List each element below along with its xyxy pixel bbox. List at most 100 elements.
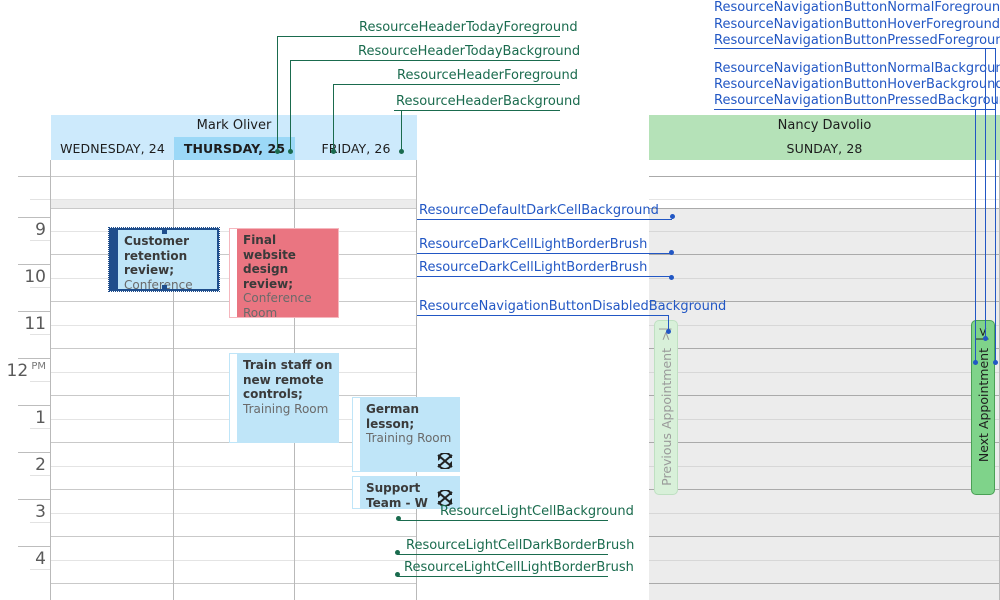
appointment-subject: Final website design review; xyxy=(243,233,296,291)
annotation-leader-h xyxy=(714,48,995,49)
appointment-color-bar xyxy=(353,398,360,471)
time-ampm: PM xyxy=(28,361,46,372)
day-header-2[interactable]: FRIDAY, 26 xyxy=(295,137,417,160)
annotation-leader-h xyxy=(290,60,356,61)
time-label: 2 xyxy=(0,455,46,475)
resource-mark-oliver[interactable]: Mark Oliver WEDNESDAY, 24 THURSDAY, 25 FRI… xyxy=(51,115,460,600)
appointment-color-bar xyxy=(230,229,237,317)
time-gutter: 9 10 11 12 PM 1 2 3 4 xyxy=(0,115,51,600)
annotation-dot xyxy=(398,148,404,154)
time-hour: 11 xyxy=(24,314,46,334)
selection-handle-bottom[interactable] xyxy=(162,285,167,289)
annotation-dot xyxy=(287,148,293,154)
previous-appointment-button-label: Previous Appointment xyxy=(658,348,674,486)
time-label: 9 xyxy=(0,220,46,240)
annotation-leader-h xyxy=(417,315,668,316)
annotation-label-ResourceLightCellBackground: ResourceLightCellBackground xyxy=(440,504,634,519)
annotation-dot xyxy=(668,249,674,255)
time-hour: 3 xyxy=(35,502,46,522)
appointment-location: Training Room xyxy=(366,431,452,445)
day-header-row: SUNDAY, 28 xyxy=(649,137,1000,160)
annotation-label-ResourceNavigationButtonNormalBackground: ResourceNavigationButtonNormalBackground xyxy=(714,61,1000,76)
annotation-label-ResourceHeaderTodayBackground: ResourceHeaderTodayBackground xyxy=(358,44,581,59)
annotation-label-ResourceDefaultDarkCellBackground: ResourceDefaultDarkCellBackground xyxy=(419,203,659,218)
appointment-location: Conference Room xyxy=(243,291,312,318)
annotation-label-ResourceNavigationButtonPressedBackground: ResourceNavigationButtonPressedBackgroun… xyxy=(714,93,1000,108)
annotation-label-ResourceNavigationButtonNormalForeground: ResourceNavigationButtonNormalForeground xyxy=(714,0,1000,15)
time-hour: 12 xyxy=(6,361,29,381)
resource-grid[interactable]: Customer retention review;Conference Roo… xyxy=(51,160,460,600)
appointment-color-bar xyxy=(111,230,118,289)
time-tick-half xyxy=(30,287,51,288)
time-label: 3 xyxy=(0,502,46,522)
appointment-body: Customer retention review;Conference Roo… xyxy=(118,230,217,289)
time-tick xyxy=(18,546,51,547)
annotation-leader-h xyxy=(277,36,357,37)
annotation-leader-v xyxy=(985,48,986,338)
annotation-dot xyxy=(669,213,675,219)
appointment-subject: German lesson; xyxy=(366,402,420,431)
time-hour: 4 xyxy=(35,549,46,569)
time-hour: 1 xyxy=(35,408,46,428)
annotation-leader-h xyxy=(398,520,608,521)
annotation-leader-h xyxy=(714,109,995,110)
day-column-0[interactable] xyxy=(51,160,174,600)
next-appointment-button-label: Next Appointment xyxy=(975,348,991,463)
annotation-leader-h xyxy=(333,84,395,85)
time-tick xyxy=(18,217,51,218)
annotation-label-ResourceHeaderForeground: ResourceHeaderForeground xyxy=(397,68,578,83)
time-tick xyxy=(18,264,51,265)
annotation-leader-h xyxy=(417,219,672,220)
resource-header[interactable]: Mark Oliver WEDNESDAY, 24 THURSDAY, 25 FRI… xyxy=(51,115,417,160)
annotation-label-ResourceNavigationButtonPressedForeground: ResourceNavigationButtonPressedForegroun… xyxy=(714,33,1000,48)
appointment[interactable]: Final website design review; Conference R… xyxy=(229,228,339,318)
annotation-label-ResourceDarkCellLightBorderBrush: ResourceDarkCellLightBorderBrush xyxy=(419,237,648,252)
annotation-dot xyxy=(982,335,988,341)
annotation-label-ResourceNavigationButtonHoverForeground: ResourceNavigationButtonHoverForeground xyxy=(714,17,1000,32)
appointment[interactable]: Train staff on new remote controls; Train… xyxy=(229,353,339,443)
annotation-dot xyxy=(972,359,978,365)
time-tick xyxy=(18,405,51,406)
resource-nancy-davolio[interactable]: Nancy Davolio SUNDAY, 28 |< Previous Appo… xyxy=(649,115,1000,600)
annotation-leader-h xyxy=(417,253,671,254)
appointment[interactable]: German lesson; Training Room xyxy=(352,397,460,472)
annotation-label-ResourceHeaderBackground: ResourceHeaderBackground xyxy=(396,94,581,109)
scheduler-control[interactable]: 9 10 11 12 PM 1 2 3 4 Mark Oliver WEDNESDAY, 24… xyxy=(0,115,1000,600)
day-column-0[interactable] xyxy=(649,160,1000,600)
annotation-label-ResourceHeaderTodayForeground: ResourceHeaderTodayForeground xyxy=(359,20,578,35)
annotation-leader-h xyxy=(357,36,560,37)
annotation-leader-h xyxy=(395,84,560,85)
resource-name-label: Nancy Davolio xyxy=(777,118,872,133)
appointment[interactable]: Customer retention review;Conference Roo… xyxy=(108,227,220,292)
annotation-label-ResourceNavigationButtonHoverBackground: ResourceNavigationButtonHoverBackground xyxy=(714,77,1000,92)
day-header-0[interactable]: SUNDAY, 28 xyxy=(649,137,1000,160)
resource-header[interactable]: Nancy Davolio SUNDAY, 28 xyxy=(649,115,1000,160)
appointment-color-bar xyxy=(230,354,237,442)
time-tick-half xyxy=(30,240,51,241)
time-label: 10 xyxy=(0,267,46,287)
time-tick-half xyxy=(30,428,51,429)
annotation-leader-h xyxy=(394,110,560,111)
annotation-leader-v xyxy=(333,84,334,151)
time-label: 11 xyxy=(0,314,46,334)
resource-grid[interactable]: |< Previous Appointment >| Next Appointment xyxy=(649,160,1000,600)
time-tick-half xyxy=(30,522,51,523)
annotation-label-ResourceNavigationButtonDisabledBackground: ResourceNavigationButtonDisabledBackgrou… xyxy=(419,299,727,314)
annotation-dot xyxy=(665,328,671,334)
annotation-leader-v xyxy=(277,36,278,151)
previous-appointment-button[interactable]: |< Previous Appointment xyxy=(654,320,678,495)
day-header-0[interactable]: WEDNESDAY, 24 xyxy=(51,137,174,160)
recurrence-broken-icon xyxy=(436,452,454,470)
time-label: 4 xyxy=(0,549,46,569)
appointment-body: Final website design review; Conference R… xyxy=(237,229,338,317)
annotation-leader-v xyxy=(398,518,399,520)
annotation-leader-h xyxy=(356,60,560,61)
time-tick xyxy=(18,499,51,500)
annotation-leader-h xyxy=(397,554,608,555)
annotation-leader-v xyxy=(401,110,402,151)
selection-handle-top[interactable] xyxy=(162,230,167,234)
annotation-leader-h xyxy=(394,110,401,111)
time-hour: 2 xyxy=(35,455,46,475)
time-tick xyxy=(18,311,51,312)
time-label: 12 PM xyxy=(0,361,46,381)
